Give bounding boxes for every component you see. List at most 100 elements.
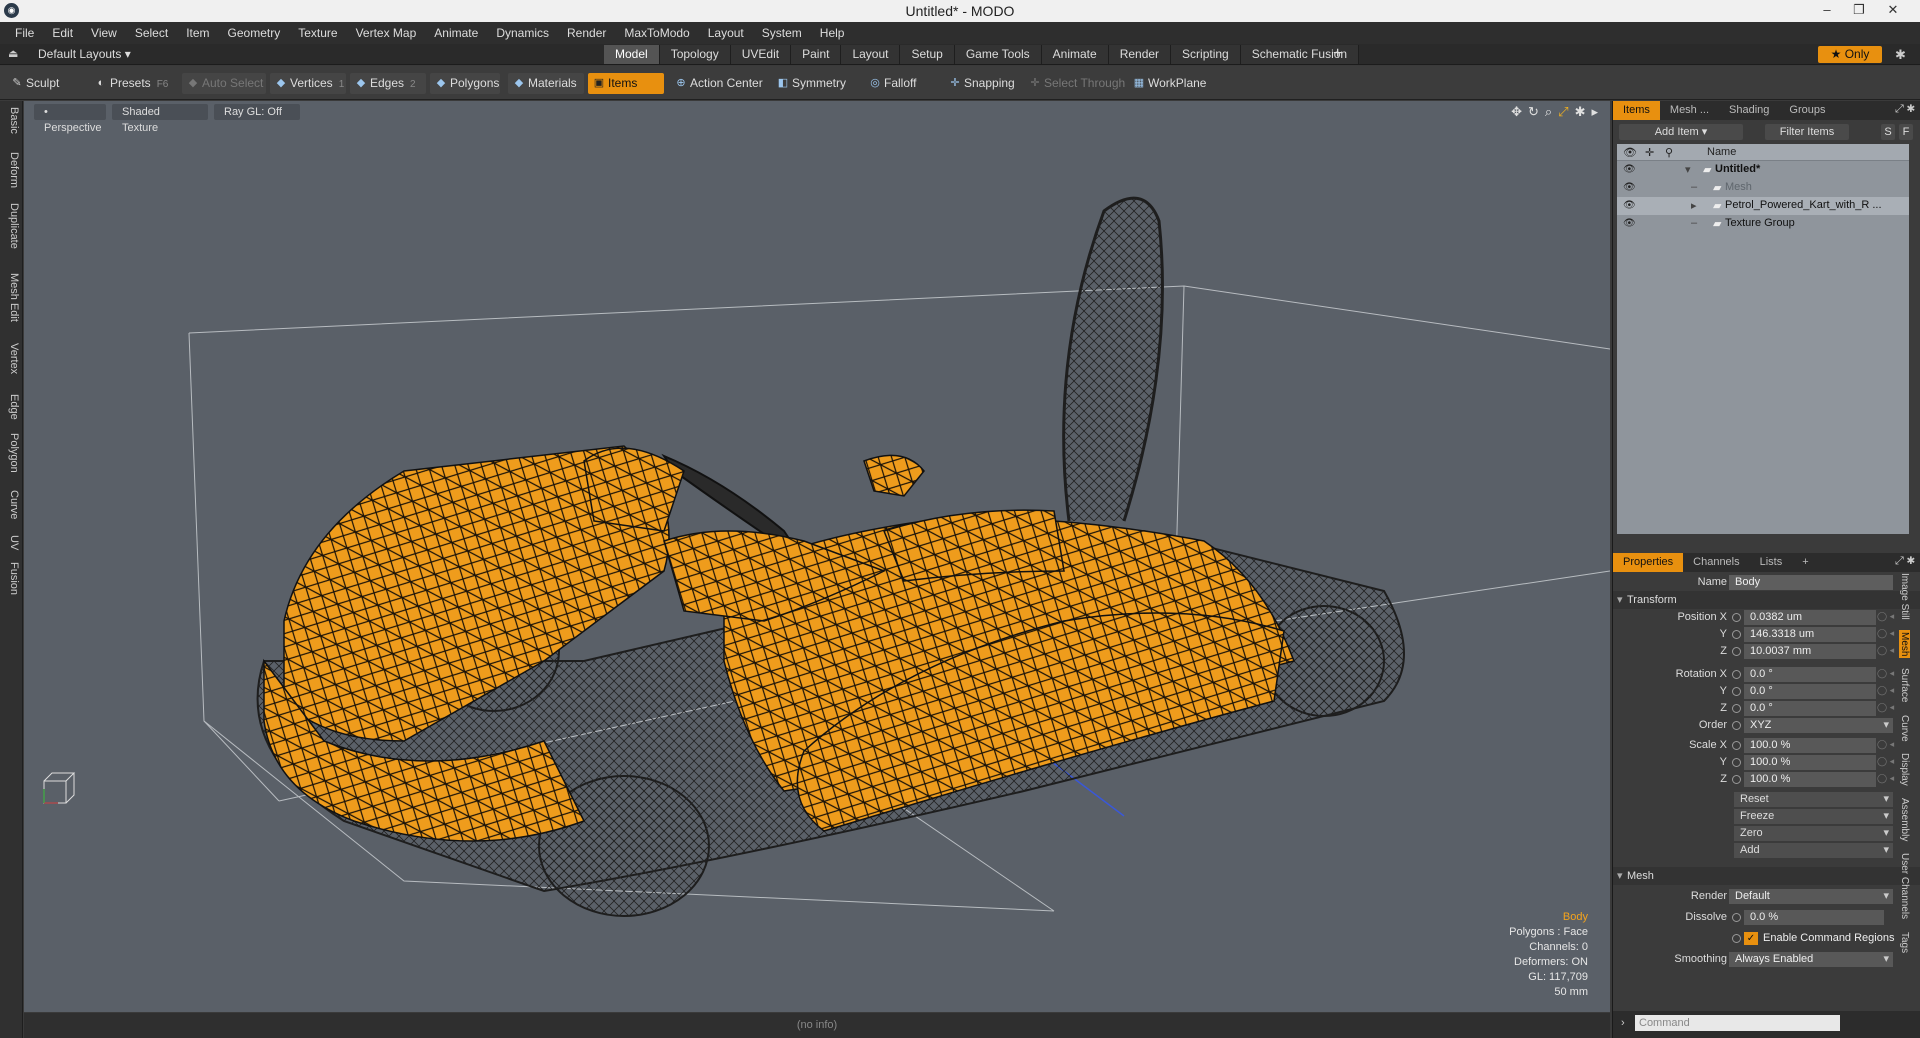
rotation-y-key-icon[interactable] [1732, 687, 1741, 696]
rotation-x-key-icon[interactable] [1732, 670, 1741, 679]
menu-file[interactable]: File [6, 26, 43, 40]
viewport-expand-icon[interactable]: ▸ [1591, 104, 1598, 120]
menu-dynamics[interactable]: Dynamics [487, 26, 558, 40]
position-y-field[interactable]: 146.3318 um [1744, 627, 1876, 642]
3d-viewport[interactable]: • Perspective Shaded Texture Ray GL: Off… [24, 101, 1610, 1012]
tree-row[interactable]: 👁 ▾ ▰ Untitled* [1617, 161, 1909, 179]
s-button[interactable]: S [1881, 124, 1895, 140]
tree-row[interactable]: 👁 – ▰ Mesh [1617, 179, 1909, 197]
add-tab-icon[interactable]: + [1333, 45, 1342, 63]
tool-tab-deform[interactable]: Deform [3, 152, 20, 188]
tool-tab-mesh-edit[interactable]: Mesh Edit [3, 273, 20, 322]
perspective-dropdown[interactable]: • Perspective [34, 104, 106, 134]
menu-edit[interactable]: Edit [43, 26, 82, 40]
menu-vertex-map[interactable]: Vertex Map [347, 26, 426, 40]
layout-tab-model[interactable]: Model [604, 45, 660, 64]
tree-row[interactable]: 👁 – ▰ Texture Group [1617, 215, 1909, 233]
add-button[interactable]: Add [1734, 843, 1893, 858]
menu-maxtomodo[interactable]: MaxToModo [615, 26, 698, 40]
rotation-x-field[interactable]: 0.0 ° [1744, 667, 1876, 682]
close-button[interactable]: ✕ [1880, 1, 1906, 19]
side-tab-display[interactable]: Display [1899, 751, 1910, 788]
side-tab-assembly[interactable]: Assembly [1899, 796, 1910, 843]
properties-tab-lists[interactable]: Lists [1750, 553, 1793, 572]
tool-tab-basic[interactable]: Basic [3, 107, 20, 134]
restore-button[interactable]: ❐ [1846, 1, 1872, 19]
visibility-eye-icon[interactable]: 👁 [1623, 218, 1636, 229]
layout-tab-topology[interactable]: Topology [659, 45, 731, 64]
smoothing-dropdown[interactable]: Always Enabled [1729, 952, 1893, 967]
scale-x-field[interactable]: 100.0 % [1744, 738, 1876, 753]
layout-tab-scripting[interactable]: Scripting [1171, 45, 1241, 64]
tool-tab-fusion[interactable]: Fusion [3, 562, 20, 595]
order-dropdown[interactable]: XYZ [1744, 718, 1893, 733]
visibility-eye-icon[interactable]: 👁 [1623, 182, 1636, 193]
minimize-button[interactable]: – [1814, 1, 1840, 19]
tree-row[interactable]: 👁 ▸ ▰ Petrol_Powered_Kart_with_R ... [1617, 197, 1909, 215]
f-button[interactable]: F [1899, 124, 1913, 140]
layout-gear-icon[interactable]: ✱ [1895, 47, 1906, 63]
scale-y-key-icon[interactable] [1732, 758, 1741, 767]
menu-system[interactable]: System [753, 26, 811, 40]
rotation-y-field[interactable]: 0.0 ° [1744, 684, 1876, 699]
side-tab-mesh[interactable]: Mesh [1899, 629, 1910, 659]
dissolve-key-icon[interactable] [1732, 913, 1741, 922]
dissolve-field[interactable]: 0.0 % [1744, 910, 1884, 925]
rotation-y-end-icon[interactable]: ◯ ◂ [1877, 685, 1894, 696]
side-tab-curve[interactable]: Curve [1899, 713, 1910, 744]
layout-tab-animate[interactable]: Animate [1041, 45, 1109, 64]
tool-tab-edge[interactable]: Edge [3, 394, 20, 420]
items-tab-shading[interactable]: Shading [1719, 101, 1779, 120]
action-center-button[interactable]: ⊕ Action Center [670, 73, 764, 94]
tool-tab-uv[interactable]: UV [3, 535, 20, 550]
add-properties-tab-icon[interactable]: + [1792, 553, 1818, 572]
layout-tab-setup[interactable]: Setup [900, 45, 955, 64]
scale-x-end-icon[interactable]: ◯ ◂ [1877, 739, 1894, 750]
position-y-end-icon[interactable]: ◯ ◂ [1877, 628, 1894, 639]
menu-texture[interactable]: Texture [289, 26, 346, 40]
order-key-icon[interactable] [1732, 721, 1741, 730]
tool-tab-vertex[interactable]: Vertex [3, 343, 20, 374]
side-tab-surface[interactable]: Surface [1899, 666, 1910, 704]
visibility-eye-icon[interactable]: 👁 [1623, 200, 1636, 211]
scene-render[interactable] [24, 101, 1610, 1012]
position-y-key-icon[interactable] [1732, 630, 1741, 639]
fit-view-icon[interactable]: ⤢ [1558, 104, 1568, 120]
render-dropdown[interactable]: Default [1729, 889, 1893, 904]
tool-tab-curve[interactable]: Curve [3, 490, 20, 519]
layout-tab-render[interactable]: Render [1108, 45, 1172, 64]
transform-section[interactable]: Transform [1613, 591, 1920, 609]
viewport-gear-icon[interactable]: ✱ [1575, 104, 1586, 120]
zoom-view-icon[interactable]: ⌕ [1545, 104, 1552, 120]
mesh-section[interactable]: Mesh [1613, 867, 1920, 885]
rotation-z-key-icon[interactable] [1732, 704, 1741, 713]
add-item-button[interactable]: Add Item ▾ [1619, 124, 1743, 140]
sculpt-button[interactable]: ✎ Sculpt [6, 73, 90, 94]
only-button[interactable]: ★ Only [1818, 46, 1882, 63]
tool-tab-duplicate[interactable]: Duplicate [3, 203, 20, 249]
position-z-key-icon[interactable] [1732, 647, 1741, 656]
menu-layout[interactable]: Layout [699, 26, 753, 40]
menu-select[interactable]: Select [126, 26, 177, 40]
raygl-toggle[interactable]: Ray GL: Off [214, 104, 300, 120]
items-panel-controls-icon[interactable]: ⤢ ✱ [1895, 103, 1915, 116]
items-tab-items[interactable]: Items [1613, 101, 1660, 120]
scale-y-end-icon[interactable]: ◯ ◂ [1877, 756, 1894, 767]
position-x-key-icon[interactable] [1732, 613, 1741, 622]
presets-button[interactable]: ◐ Presets F6 [90, 73, 172, 94]
position-z-end-icon[interactable]: ◯ ◂ [1877, 645, 1894, 656]
items-button[interactable]: ▣ Items [588, 73, 664, 94]
position-z-field[interactable]: 10.0037 mm [1744, 644, 1876, 659]
vertices-button[interactable]: ◆ Vertices 1 [270, 73, 346, 94]
rotation-z-field[interactable]: 0.0 ° [1744, 701, 1876, 716]
scale-z-field[interactable]: 100.0 % [1744, 772, 1876, 787]
command-expand-icon[interactable]: › [1621, 1017, 1625, 1029]
items-tab-mesh[interactable]: Mesh ... [1660, 101, 1719, 120]
rotate-view-icon[interactable]: ↻ [1528, 104, 1539, 120]
layout-home-icon[interactable]: ⏏ [8, 47, 22, 61]
items-tab-groups[interactable]: Groups [1779, 101, 1835, 120]
reset-button[interactable]: Reset [1734, 792, 1893, 807]
expand-arrow-icon[interactable]: ▾ [1685, 163, 1691, 176]
command-regions-key-icon[interactable] [1732, 934, 1741, 943]
side-tab-image-still[interactable]: Image Still [1899, 571, 1910, 622]
